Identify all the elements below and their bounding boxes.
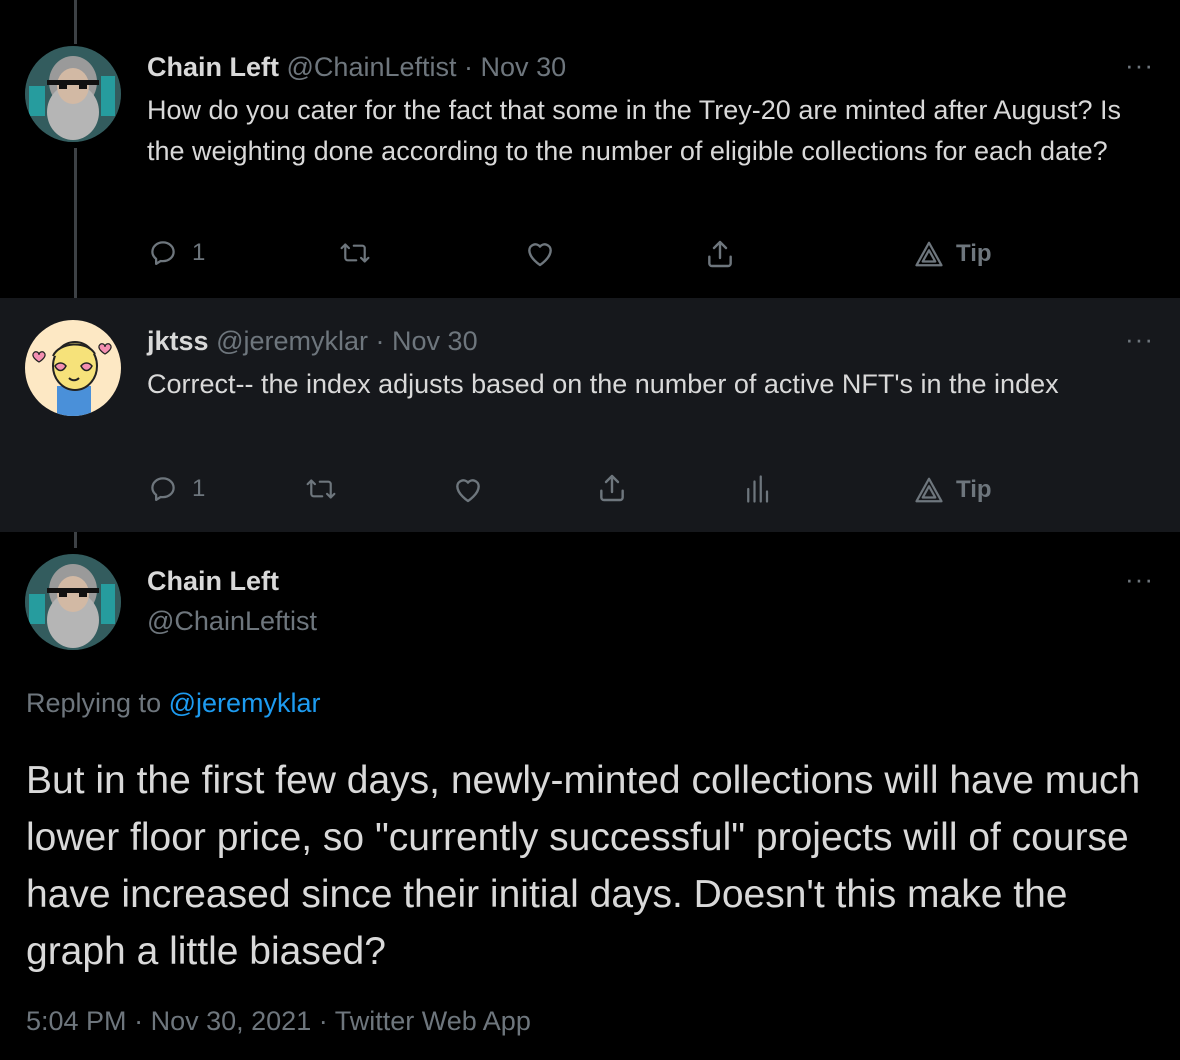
more-icon[interactable]: ··· <box>1125 566 1154 592</box>
tip-label: Tip <box>956 476 992 503</box>
tweet-jktss[interactable]: jktss @jeremyklar · Nov 30 ··· Correct--… <box>0 298 1180 532</box>
tweet-thread-page: Chain Left @ChainLeftist · Nov 30 ··· Ho… <box>0 0 1180 1060</box>
avatar[interactable] <box>25 320 121 416</box>
share-icon <box>708 240 732 268</box>
tip-icon <box>915 477 943 503</box>
tweet-chain-left[interactable]: Chain Left @ChainLeftist · Nov 30 ··· Ho… <box>0 0 1180 298</box>
avatar-image <box>25 46 121 142</box>
tweet-header: jktss @jeremyklar · Nov 30 <box>147 326 478 357</box>
share-icon <box>600 474 624 502</box>
avatar[interactable] <box>25 46 121 142</box>
replying-handle-link[interactable]: @jeremyklar <box>169 688 321 718</box>
avatar-image <box>25 320 121 416</box>
reply-icon <box>151 241 175 265</box>
share-button[interactable] <box>704 238 736 270</box>
like-icon <box>528 243 552 267</box>
tip-label: Tip <box>956 240 992 267</box>
replying-to: Replying to @jeremyklar <box>26 688 321 719</box>
retweet-button[interactable] <box>338 238 372 268</box>
like-icon <box>456 479 480 503</box>
tweet-header: Chain Left @ChainLeftist · Nov 30 <box>147 52 566 83</box>
replying-prefix: Replying to <box>26 688 162 718</box>
tip-button[interactable]: Tip <box>914 240 992 268</box>
separator: · <box>134 1006 144 1036</box>
author-name[interactable]: Chain Left <box>147 52 279 82</box>
author-handle[interactable]: @jeremyklar <box>216 326 368 356</box>
analytics-icon <box>747 475 769 503</box>
author-name[interactable]: jktss <box>147 326 209 356</box>
tweet-text: Correct-- the index adjusts based on the… <box>147 369 1059 399</box>
like-button[interactable] <box>524 238 556 268</box>
tweet-date[interactable]: Nov 30 <box>392 326 478 356</box>
tweet-time[interactable]: 5:04 PM <box>26 1006 127 1036</box>
author-handle[interactable]: @ChainLeftist <box>287 52 457 82</box>
reply-count: 1 <box>192 239 206 266</box>
retweet-icon <box>306 479 336 499</box>
retweet-icon <box>340 243 370 263</box>
tweet-full-date[interactable]: Nov 30, 2021 <box>151 1006 312 1036</box>
avatar-image <box>25 554 121 650</box>
author-handle[interactable]: @ChainLeftist <box>147 606 317 637</box>
separator: · <box>464 52 474 82</box>
more-icon[interactable]: ··· <box>1125 326 1154 352</box>
reply-button[interactable]: 1 <box>148 474 205 504</box>
reply-count: 1 <box>192 475 206 502</box>
main-tweet-text: But in the first few days, newly-minted … <box>26 759 1141 973</box>
like-button[interactable] <box>452 474 484 504</box>
tip-icon <box>915 241 943 267</box>
tweet-text: How do you cater for the fact that some … <box>147 95 1122 166</box>
tweet-meta: 5:04 PM · Nov 30, 2021 · Twitter Web App <box>26 1006 531 1037</box>
reply-icon <box>151 477 175 501</box>
separator: · <box>318 1006 328 1036</box>
avatar[interactable] <box>25 554 121 650</box>
tweet-date[interactable]: Nov 30 <box>481 52 567 82</box>
reply-button[interactable]: 1 <box>148 238 205 268</box>
share-button[interactable] <box>596 472 628 504</box>
separator: · <box>375 326 385 356</box>
tweet-source[interactable]: Twitter Web App <box>335 1006 531 1036</box>
author-name[interactable]: Chain Left <box>147 566 279 597</box>
more-icon[interactable]: ··· <box>1125 52 1154 78</box>
tip-button[interactable]: Tip <box>914 476 992 504</box>
analytics-button[interactable] <box>744 474 770 504</box>
retweet-button[interactable] <box>304 474 338 504</box>
